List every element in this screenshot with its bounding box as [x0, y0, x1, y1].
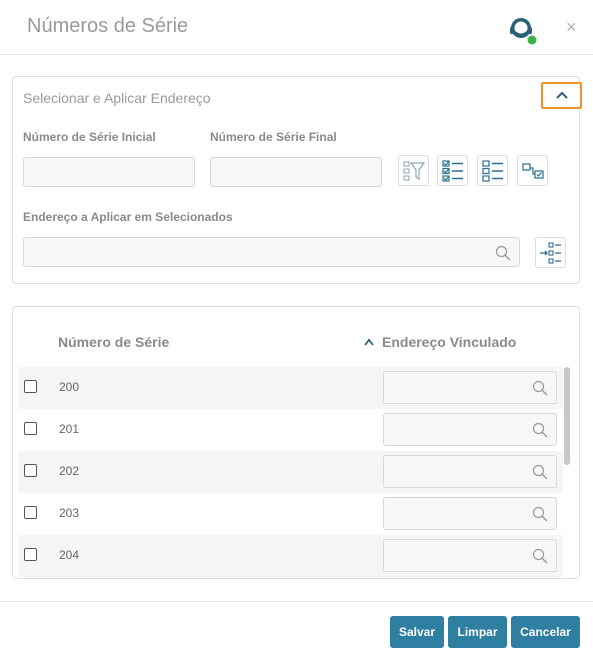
- row-checkbox[interactable]: [24, 548, 37, 561]
- end-serial-label: Número de Série Final: [210, 130, 337, 144]
- linked-address-input[interactable]: [383, 413, 557, 446]
- select-all-list-button[interactable]: [437, 155, 468, 186]
- close-icon[interactable]: ×: [566, 18, 577, 36]
- select-all-list-icon: [442, 160, 463, 182]
- serial-cell: 203: [59, 506, 80, 520]
- deselect-list-icon: [482, 160, 503, 182]
- apply-address-icon: [540, 242, 561, 264]
- link-selected-icon: [522, 163, 544, 179]
- row-checkbox[interactable]: [24, 506, 37, 519]
- start-serial-input[interactable]: [23, 157, 195, 187]
- column-header-serial[interactable]: Número de Série: [58, 334, 169, 350]
- footer-divider: [0, 601, 593, 602]
- address-apply-panel: Selecionar e Aplicar Endereço Número de …: [12, 76, 582, 284]
- serial-cell: 204: [59, 548, 80, 562]
- dialog-title: Números de Série: [27, 15, 189, 37]
- collapse-panel-button[interactable]: [541, 82, 582, 109]
- table-row: 201: [18, 409, 563, 451]
- serial-cell: 202: [59, 464, 80, 478]
- search-icon: [532, 506, 548, 522]
- column-header-address[interactable]: Endereço Vinculado: [382, 334, 516, 350]
- linked-address-input[interactable]: [383, 371, 557, 404]
- row-checkbox[interactable]: [24, 380, 37, 393]
- save-button[interactable]: Salvar: [390, 616, 444, 648]
- search-icon: [532, 422, 548, 438]
- row-checkbox[interactable]: [24, 422, 37, 435]
- linked-address-input[interactable]: [383, 497, 557, 530]
- filter-list-button[interactable]: [398, 155, 429, 186]
- search-icon: [532, 548, 548, 564]
- address-apply-label: Endereço a Aplicar em Selecionados: [23, 210, 233, 224]
- address-apply-input[interactable]: [23, 237, 520, 267]
- apply-address-button[interactable]: [535, 237, 566, 268]
- linked-address-input[interactable]: [383, 539, 557, 572]
- chevron-up-icon: [556, 91, 568, 99]
- serial-grid-panel: Número de Série Endereço Vinculado 200 2…: [12, 306, 580, 579]
- linked-address-input[interactable]: [383, 455, 557, 488]
- row-checkbox[interactable]: [24, 464, 37, 477]
- link-selected-button[interactable]: [517, 155, 548, 186]
- headset-support-icon[interactable]: [507, 15, 537, 45]
- search-icon: [532, 380, 548, 396]
- deselect-list-button[interactable]: [477, 155, 508, 186]
- start-serial-label: Número de Série Inicial: [23, 130, 156, 144]
- sort-ascending-icon[interactable]: [363, 337, 375, 347]
- dialog-header: Números de Série ×: [0, 0, 593, 55]
- table-row: 204: [18, 535, 563, 577]
- search-icon: [532, 464, 548, 480]
- cancel-button[interactable]: Cancelar: [511, 616, 580, 648]
- grid-scrollbar[interactable]: [564, 367, 570, 465]
- serial-cell: 200: [59, 380, 80, 394]
- table-row: 200: [18, 367, 563, 409]
- serial-cell: 201: [59, 422, 80, 436]
- search-icon: [495, 245, 511, 261]
- clear-button[interactable]: Limpar: [448, 616, 507, 648]
- filter-list-icon: [403, 161, 426, 181]
- end-serial-input[interactable]: [210, 157, 382, 187]
- panel-title: Selecionar e Aplicar Endereço: [23, 90, 211, 106]
- table-row: 202: [18, 451, 563, 493]
- table-row: 203: [18, 493, 563, 535]
